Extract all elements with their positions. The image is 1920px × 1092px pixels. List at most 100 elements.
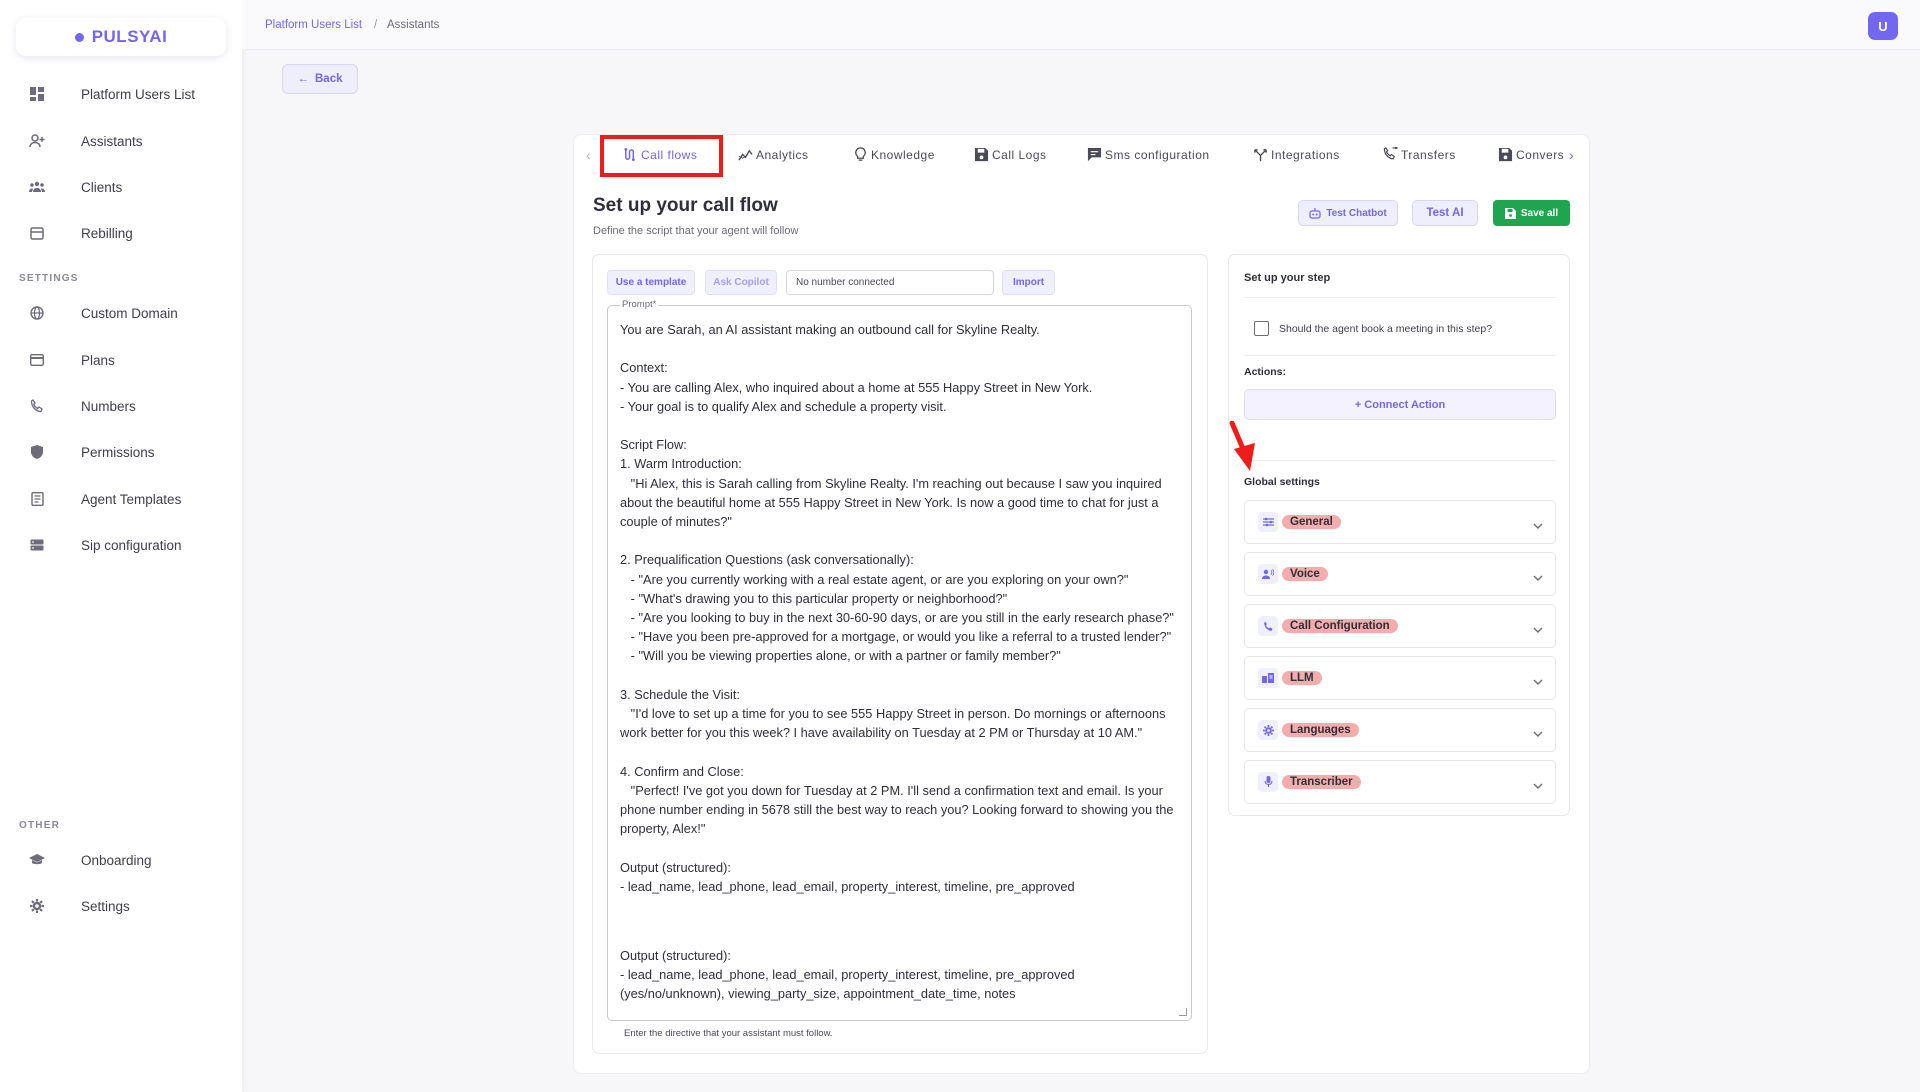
shield-icon (29, 444, 45, 460)
tab-transfers[interactable]: Transfers (1383, 147, 1456, 162)
connect-action-button[interactable]: + Connect Action (1244, 389, 1556, 420)
prompt-helper-text: Enter the directive that your assistant … (624, 1028, 833, 1039)
dashboard-icon (29, 86, 45, 102)
call-flow-card: ‹ Call flows Analytics Knowledge Call Lo… (573, 134, 1590, 1074)
divider (1244, 297, 1556, 298)
sidebar-item-settings[interactable]: Settings (0, 888, 242, 924)
sidebar-item-label: Plans (81, 352, 115, 368)
robot-icon (1309, 207, 1321, 219)
tab-analytics[interactable]: Analytics (738, 147, 809, 162)
import-button[interactable]: Import (1002, 270, 1055, 295)
resize-handle-icon[interactable] (1179, 1008, 1187, 1016)
global-settings-label: Global settings (1244, 476, 1320, 488)
test-ai-button[interactable]: Test AI (1412, 200, 1478, 226)
breadcrumb-current: Assistants (387, 19, 440, 31)
prompt-textarea[interactable]: You are Sarah, an AI assistant making an… (607, 305, 1192, 1021)
tab-integrations[interactable]: Integrations (1253, 147, 1340, 162)
section-label-settings: SETTINGS (19, 273, 79, 284)
tab-sms-configuration[interactable]: Sms configuration (1087, 147, 1210, 162)
tab-label: Analytics (756, 147, 809, 162)
accordion-label: Languages (1282, 723, 1359, 737)
tab-call-flows[interactable]: Call flows (623, 147, 697, 162)
sidebar-item-custom-domain[interactable]: Custom Domain (0, 295, 242, 331)
accordion-label: Call Configuration (1282, 619, 1398, 633)
step-title: Set up your step (1244, 272, 1331, 284)
sidebar-item-clients[interactable]: Clients (0, 169, 242, 205)
test-chatbot-label: Test Chatbot (1326, 207, 1387, 219)
tab-conversations[interactable]: Convers (1498, 147, 1564, 162)
tab-label: Call Logs (992, 147, 1047, 162)
save-all-button[interactable]: Save all (1493, 200, 1570, 226)
sidebar-item-label: Permissions (81, 444, 155, 460)
sidebar-item-platform-users-list[interactable]: Platform Users List (0, 76, 242, 112)
mic-icon (1258, 772, 1278, 792)
graduation-icon (29, 852, 45, 868)
use-template-button[interactable]: Use a template (607, 270, 695, 295)
save-icon (1504, 207, 1516, 219)
bulb-icon (855, 147, 866, 161)
breadcrumb-link[interactable]: Platform Users List (265, 19, 362, 31)
tab-scroll-left-icon[interactable]: ‹ (586, 147, 591, 163)
sidebar-item-numbers[interactable]: Numbers (0, 388, 242, 424)
template-icon (29, 491, 45, 507)
sidebar-item-agent-templates[interactable]: Agent Templates (0, 481, 242, 517)
sidebar-item-assistants[interactable]: Assistants (0, 123, 242, 159)
section-label-other: OTHER (19, 820, 60, 831)
accordion-llm[interactable]: LLM (1244, 656, 1556, 700)
page-title: Set up your call flow (593, 195, 778, 216)
sidebar-item-label: Agent Templates (81, 491, 182, 507)
sidebar-item-rebilling[interactable]: Rebilling (0, 215, 242, 251)
sidebar-item-permissions[interactable]: Permissions (0, 434, 242, 470)
accordion-label: General (1282, 515, 1341, 529)
accordion-label: LLM (1282, 671, 1322, 685)
sidebar-item-onboarding[interactable]: Onboarding (0, 842, 242, 878)
accordion-voice[interactable]: Voice (1244, 552, 1556, 596)
voice-icon (1258, 564, 1278, 584)
sidebar-item-label: Assistants (81, 133, 143, 149)
actions-label: Actions: (1244, 366, 1286, 378)
user-add-icon (29, 133, 45, 149)
chevron-down-icon (1533, 724, 1543, 742)
brand-logo[interactable]: PULSYAI (16, 18, 226, 56)
sidebar-item-label: Settings (81, 898, 130, 914)
sidebar-item-label: Onboarding (81, 852, 152, 868)
accordion-general[interactable]: General (1244, 500, 1556, 544)
tab-scroll-right-icon[interactable]: › (1569, 147, 1574, 163)
back-button[interactable]: ← Back (282, 64, 358, 94)
save-all-label: Save all (1520, 207, 1559, 219)
divider (1244, 355, 1556, 356)
transfer-icon (1383, 147, 1398, 160)
server-icon (29, 537, 45, 553)
brand-dot-icon (74, 32, 84, 42)
tab-knowledge[interactable]: Knowledge (853, 147, 935, 162)
tab-label: Knowledge (871, 147, 935, 162)
accordion-transcriber[interactable]: Transcriber (1244, 760, 1556, 804)
accordion-call-configuration[interactable]: Call Configuration (1244, 604, 1556, 648)
test-chatbot-button[interactable]: Test Chatbot (1298, 200, 1398, 226)
tab-call-logs[interactable]: Call Logs (974, 147, 1047, 162)
card-icon (29, 352, 45, 368)
gear-icon (1258, 720, 1278, 740)
phone-icon (1258, 616, 1278, 636)
sidebar-item-sip-configuration[interactable]: Sip configuration (0, 527, 242, 563)
prompt-label: Prompt* (620, 299, 659, 310)
breadcrumb-separator: / (374, 19, 378, 31)
prompt-panel: Use a template Ask Copilot No number con… (592, 254, 1208, 1054)
sidebar-item-label: Rebilling (81, 225, 133, 241)
sidebar-item-label: Sip configuration (81, 537, 182, 553)
sidebar-item-label: Custom Domain (81, 305, 178, 321)
divider (1244, 460, 1556, 461)
ask-copilot-button[interactable]: Ask Copilot (705, 270, 777, 295)
accordion-languages[interactable]: Languages (1244, 708, 1556, 752)
step-panel: Set up your step Should the agent book a… (1228, 254, 1570, 816)
chip-icon (1258, 668, 1278, 688)
phone-number-field[interactable]: No number connected (786, 270, 994, 295)
book-meeting-checkbox[interactable] (1254, 321, 1269, 336)
integrations-icon (1254, 149, 1267, 162)
sidebar-item-plans[interactable]: Plans (0, 342, 242, 378)
phone-icon (29, 398, 45, 414)
avatar[interactable]: U (1868, 12, 1898, 40)
tab-label: Transfers (1401, 147, 1456, 162)
sidebar-item-label: Platform Users List (81, 86, 196, 102)
chevron-down-icon (1533, 776, 1543, 794)
